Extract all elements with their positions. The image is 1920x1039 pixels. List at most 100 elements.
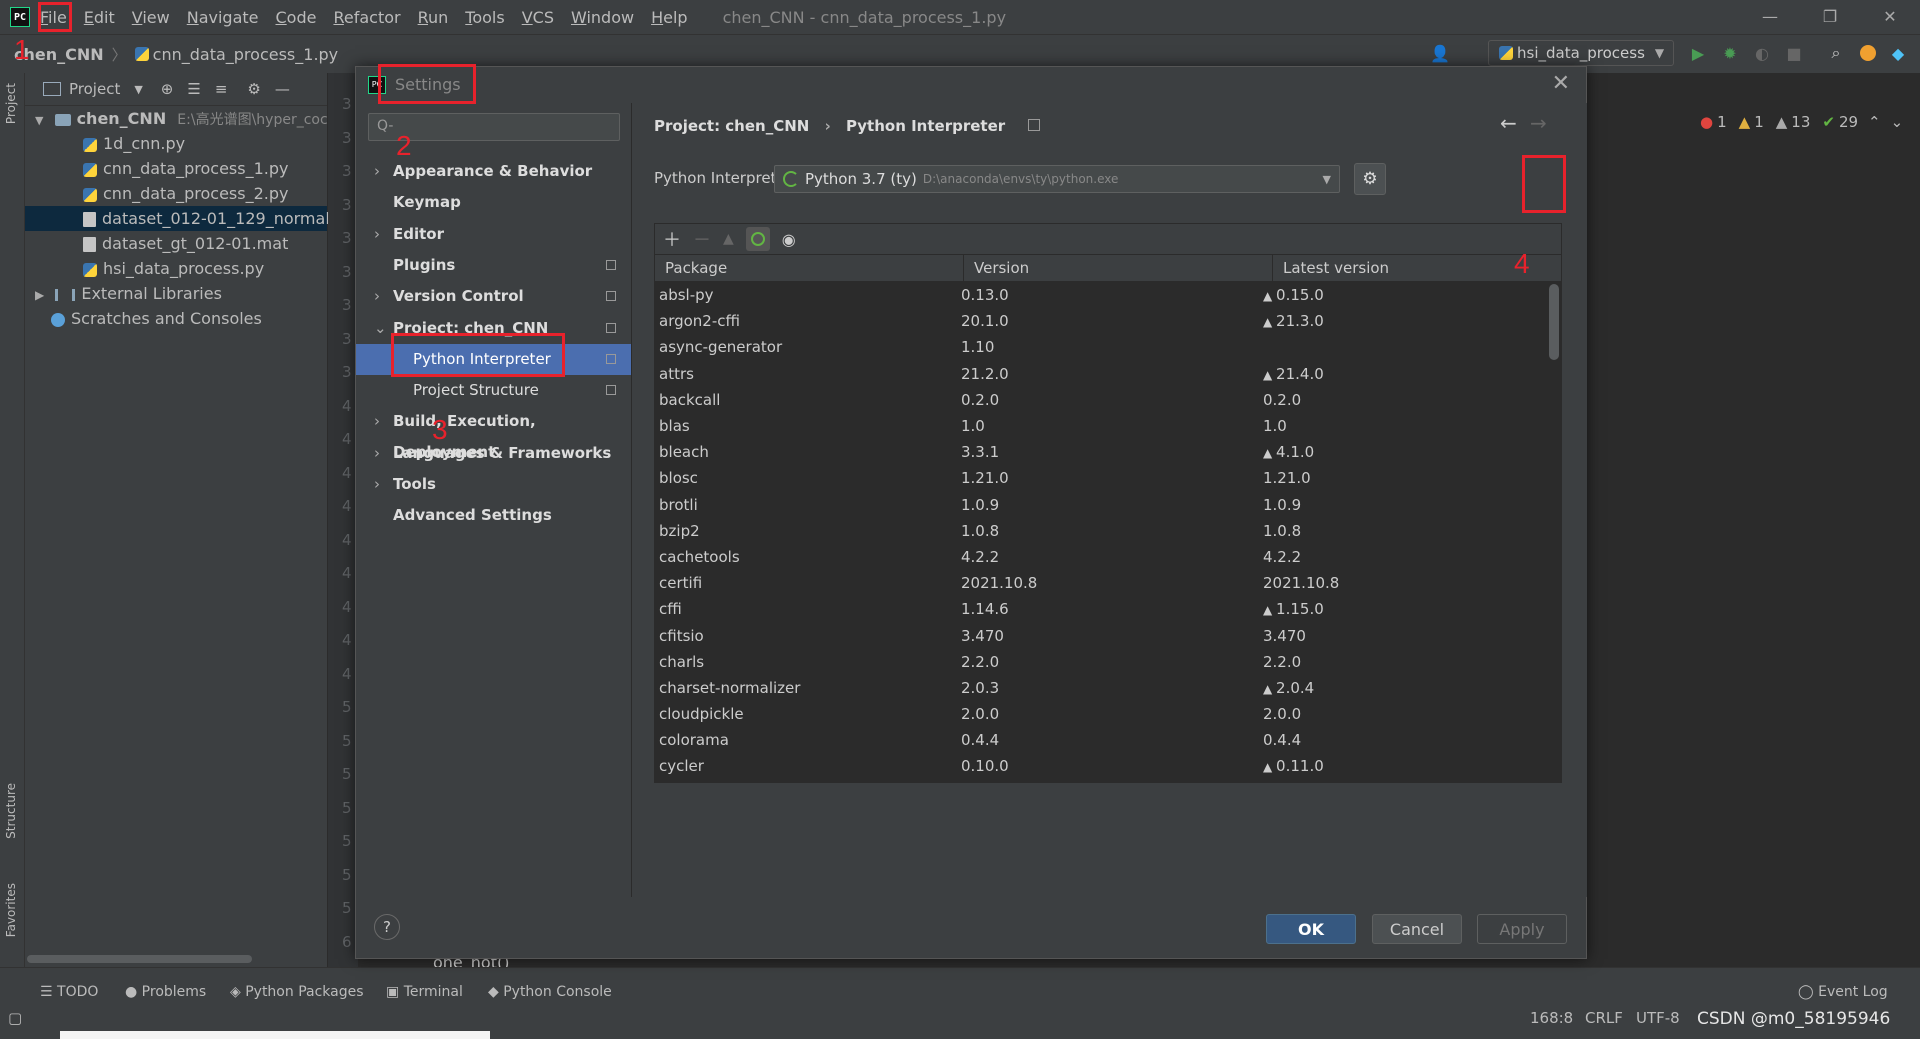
menu-help[interactable]: Help [651, 8, 687, 27]
settings-nav-plugins[interactable]: Plugins [356, 250, 631, 281]
menu-vcs[interactable]: VCS [522, 8, 554, 27]
settings-nav-advanced-settings[interactable]: Advanced Settings [356, 500, 631, 531]
menu-view[interactable]: View [132, 8, 170, 27]
project-tool-tab[interactable]: Project [4, 83, 18, 124]
jetbrains-icon[interactable]: ◆ [1888, 43, 1908, 63]
remove-package-icon[interactable]: － [693, 226, 711, 252]
table-row[interactable]: backcall 0.2.0 0.2.0 [655, 387, 1543, 413]
table-row[interactable]: bzip2 1.0.8 1.0.8 [655, 518, 1543, 544]
settings-nav-project-structure[interactable]: Project Structure [356, 375, 631, 406]
settings-nav-tools[interactable]: › Tools [356, 469, 631, 500]
table-row[interactable]: cfitsio 3.470 3.470 [655, 622, 1543, 648]
terminal-tab[interactable]: ▣ Terminal [386, 984, 463, 1000]
eye-icon[interactable]: ◉ [782, 230, 796, 249]
run-icon[interactable]: ▶ [1688, 43, 1708, 63]
menu-code[interactable]: Code [276, 8, 317, 27]
minimize-icon[interactable]: — [1740, 0, 1800, 34]
user-icon[interactable]: 👤 [1430, 43, 1450, 63]
back-arrow-icon[interactable]: ← [1500, 111, 1517, 135]
table-row[interactable]: brotli 1.0.9 1.0.9 [655, 492, 1543, 518]
tree-file[interactable]: hsi_data_process.py [25, 256, 264, 281]
tree-external-libraries[interactable]: ▶ External Libraries [35, 281, 222, 306]
breadcrumb-project[interactable]: Project: chen_CNN [654, 117, 809, 135]
tree-file[interactable]: dataset_gt_012-01.mat [25, 231, 288, 256]
tree-file[interactable]: dataset_012-01_129_normalize [25, 206, 352, 231]
line-separator[interactable]: CRLF [1585, 1009, 1623, 1027]
settings-nav-keymap[interactable]: Keymap [356, 187, 631, 218]
refresh-button[interactable] [745, 227, 770, 251]
interpreter-select[interactable]: Python 3.7 (ty) D:\anaconda\envs\ty\pyth… [774, 165, 1340, 193]
settings-nav-editor[interactable]: › Editor [356, 219, 631, 250]
table-row[interactable]: blosc 1.21.0 1.21.0 [655, 465, 1543, 491]
menu-edit[interactable]: Edit [84, 8, 115, 27]
help-button[interactable]: ? [374, 914, 400, 940]
file-encoding[interactable]: UTF-8 [1636, 1009, 1680, 1027]
settings-nav-languages-frameworks[interactable]: › Languages & Frameworks [356, 438, 631, 469]
gear-icon[interactable]: ⚙ [247, 80, 260, 98]
project-view-title[interactable]: Project [69, 80, 120, 98]
table-row[interactable]: charset-normalizer 2.0.3 ▲ 2.0.4 [655, 675, 1543, 701]
event-log-tab[interactable]: ◯ Event Log [1798, 984, 1888, 1000]
run-configuration-select[interactable]: hsi_data_process ▼ [1488, 40, 1674, 66]
settings-nav-version-control[interactable]: › Version Control [356, 281, 631, 312]
menu-window[interactable]: Window [571, 8, 634, 27]
ok-button[interactable]: OK [1266, 914, 1356, 944]
tree-file[interactable]: 1d_cnn.py [25, 131, 185, 156]
apply-button[interactable]: Apply [1477, 914, 1567, 944]
table-row[interactable]: cycler 0.10.0 ▲ 0.11.0 [655, 753, 1543, 779]
todo-tab[interactable]: ☰ TODO [40, 984, 98, 1000]
tree-file[interactable]: cnn_data_process_2.py [25, 181, 289, 206]
table-row[interactable]: bleach 3.3.1 ▲ 4.1.0 [655, 439, 1543, 465]
structure-tool-tab[interactable]: Structure [4, 783, 18, 839]
settings-nav-build-execution-deployment[interactable]: › Build, Execution, Deployment [356, 406, 631, 461]
tree-scratches[interactable]: Scratches and Consoles [51, 306, 262, 331]
python-console-tab[interactable]: ◆ Python Console [488, 984, 612, 1000]
table-row[interactable]: cloudpickle 2.0.0 2.0.0 [655, 701, 1543, 727]
tree-file[interactable]: cnn_data_process_1.py [25, 156, 289, 181]
table-row[interactable]: attrs 21.2.0 ▲ 21.4.0 [655, 361, 1543, 387]
favorites-tool-tab[interactable]: Favorites [4, 883, 18, 937]
collapse-all-icon[interactable]: ≡ [215, 80, 228, 98]
chevron-up-icon[interactable]: ⌃ [1868, 113, 1881, 131]
update-icon[interactable] [1858, 43, 1878, 63]
close-window-icon[interactable]: ✕ [1860, 0, 1920, 34]
table-row[interactable]: charls 2.2.0 2.2.0 [655, 649, 1543, 675]
forward-arrow-icon[interactable]: → [1530, 111, 1547, 135]
upgrade-package-icon[interactable]: ▲ [723, 231, 734, 247]
header-package[interactable]: Package [655, 255, 964, 281]
restore-icon[interactable]: ❐ [1800, 0, 1860, 34]
layout-icon[interactable]: ▢ [8, 1009, 22, 1027]
caret-position[interactable]: 168:8 [1530, 1009, 1573, 1027]
python-packages-tab[interactable]: ◈ Python Packages [230, 984, 364, 1000]
table-row[interactable]: cytoolz0.11.00.11.0 [655, 780, 1543, 782]
interpreter-gear-button[interactable]: ⚙ [1354, 163, 1386, 195]
coverage-icon[interactable]: ◐ [1752, 43, 1772, 63]
header-version[interactable]: Version [964, 255, 1273, 281]
chevron-down-icon[interactable]: ▼ [134, 83, 142, 96]
stop-icon[interactable]: ■ [1784, 43, 1804, 63]
tree-root[interactable]: ▼ chen_CNN E:\高光谱图\hyper_coc [35, 106, 328, 131]
table-row[interactable]: argon2-cffi 20.1.0 ▲ 21.3.0 [655, 308, 1543, 334]
hide-icon[interactable]: — [275, 80, 290, 98]
menu-navigate[interactable]: Navigate [187, 8, 259, 27]
menu-refactor[interactable]: Refactor [333, 8, 400, 27]
inspection-widget[interactable]: ● 1 ▲ 1 ▲ 13 ✔ 29 ⌃ ⌄ [1700, 113, 1903, 131]
menu-tools[interactable]: Tools [465, 8, 504, 27]
cancel-button[interactable]: Cancel [1372, 914, 1462, 944]
menu-run[interactable]: Run [418, 8, 449, 27]
table-row[interactable]: absl-py 0.13.0 ▲ 0.15.0 [655, 282, 1543, 308]
locate-icon[interactable]: ⊕ [161, 80, 174, 98]
horizontal-scrollbar[interactable] [27, 955, 252, 963]
add-package-icon[interactable]: ＋ [663, 226, 681, 252]
table-row[interactable]: colorama 0.4.4 0.4.4 [655, 727, 1543, 753]
chevron-down-icon[interactable]: ⌄ [1891, 113, 1904, 131]
table-row[interactable]: certifi 2021.10.8 2021.10.8 [655, 570, 1543, 596]
table-row[interactable]: cachetools 4.2.2 4.2.2 [655, 544, 1543, 570]
problems-tab[interactable]: ● Problems [125, 984, 206, 1000]
breadcrumb-file[interactable]: cnn_data_process_1.py [153, 45, 339, 64]
close-icon[interactable]: ✕ [1552, 71, 1570, 96]
search-icon[interactable]: ⌕ [1826, 43, 1846, 63]
table-scrollbar[interactable] [1549, 284, 1559, 360]
table-row[interactable]: cffi 1.14.6 ▲ 1.15.0 [655, 596, 1543, 622]
debug-icon[interactable]: ✹ [1720, 43, 1740, 63]
